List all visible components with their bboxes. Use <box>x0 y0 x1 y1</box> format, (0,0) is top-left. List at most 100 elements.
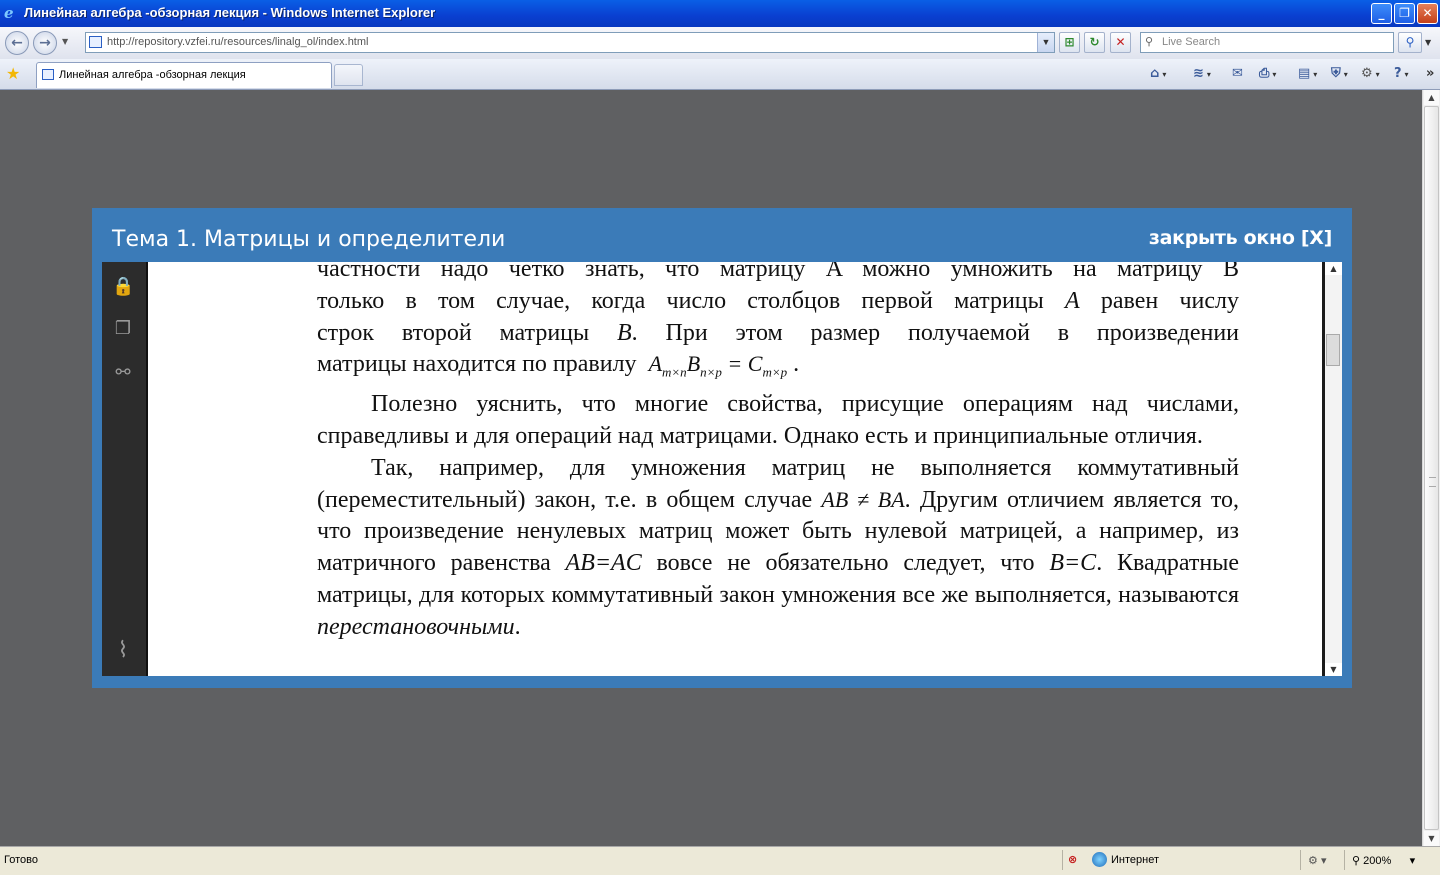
math-var: A <box>1065 287 1080 314</box>
pages-icon[interactable]: ❐ <box>112 318 134 340</box>
formula-a: A <box>648 351 663 377</box>
scroll-thumb[interactable] <box>1424 106 1439 830</box>
compatibility-button[interactable]: ⊞ <box>1059 32 1080 53</box>
paragraph-3: Так, например, для умножения матриц не в… <box>317 453 1239 644</box>
text-span: . <box>514 613 521 640</box>
pdf-page: частности надо четко знать, что матрицу … <box>150 262 1339 676</box>
page-scrollbar[interactable]: ▲ ▼ <box>1422 90 1440 846</box>
text-line-1: частности надо четко знать, что матрицу … <box>317 262 1239 282</box>
zoom-dropdown-icon[interactable]: ▾ <box>1410 855 1416 867</box>
pdf-sidebar: 🔒 ❐ ⚯ ⌇ <box>102 262 148 676</box>
address-url: http://repository.vzfei.ru/resources/lin… <box>107 36 369 48</box>
formula-eq: = <box>721 351 748 377</box>
zone-label: Интернет <box>1111 854 1159 866</box>
status-divider <box>1062 850 1063 870</box>
zoom-button[interactable]: ⚲ 200% ▾ <box>1352 854 1415 867</box>
new-tab-button[interactable] <box>334 64 363 86</box>
status-divider <box>1300 850 1301 870</box>
address-toolbar: ← → ▼ http://repository.vzfei.ru/resourc… <box>0 27 1440 60</box>
text-line-4: матрицы находится по правилу Am×nBn×p = … <box>317 349 1239 381</box>
paragraph-2: Полезно уяснить, что многие свойства, пр… <box>317 391 1239 449</box>
safety-menu-button[interactable]: ⛨ ▾ <box>1331 64 1348 84</box>
formula-b-c: B=C <box>1049 550 1097 577</box>
shield-icon: ⛨ <box>1331 66 1341 81</box>
pdf-scroll-thumb[interactable] <box>1326 334 1340 366</box>
scroll-up-icon[interactable]: ▲ <box>1424 90 1439 105</box>
close-window-link[interactable]: закрыть окно [X] <box>1149 227 1332 249</box>
help-menu-button[interactable]: ? ▾ <box>1394 64 1409 84</box>
page-dropdown-icon[interactable]: ▾ <box>1313 70 1317 79</box>
zoom-level: 200% <box>1363 855 1392 867</box>
home-button[interactable]: ⌂ ▾ <box>1150 64 1166 84</box>
pdf-viewer: 🔒 ❐ ⚯ ⌇ частности надо четко знать, что … <box>102 262 1342 676</box>
math-var: B <box>617 319 632 346</box>
search-options-icon[interactable]: ▼ <box>1425 38 1431 47</box>
address-input[interactable]: http://repository.vzfei.ru/resources/lin… <box>85 32 1055 53</box>
pdf-scroll-down-icon[interactable]: ▼ <box>1325 663 1342 676</box>
lock-icon[interactable]: 🔒 <box>112 276 134 298</box>
protected-dropdown-icon[interactable]: ▾ <box>1321 855 1327 867</box>
tab-active[interactable]: Линейная алгебра -обзорная лекция <box>36 62 332 88</box>
search-input[interactable]: ⚲ Live Search <box>1140 32 1394 53</box>
status-text: Готово <box>4 854 38 866</box>
status-divider <box>1344 850 1345 870</box>
lecture-window: Тема 1. Матрицы и определители закрыть о… <box>92 208 1352 688</box>
more-commands-icon[interactable]: » <box>1426 64 1434 84</box>
scroll-down-icon[interactable]: ▼ <box>1424 831 1439 846</box>
error-icon[interactable]: ⊗ <box>1068 853 1082 867</box>
window-title-bar[interactable]: e Линейная алгебра -обзорная лекция - Wi… <box>0 0 1440 27</box>
text-span: матрицы находится по правилу <box>317 351 637 378</box>
address-dropdown-icon[interactable]: ▼ <box>1037 33 1054 52</box>
print-button[interactable]: ⎙ ▾ <box>1259 64 1276 84</box>
formula-c: C <box>747 351 763 377</box>
globe-icon <box>1092 852 1107 867</box>
mail-icon: ✉ <box>1232 66 1243 81</box>
text-span: только в том случае, когда число столбцо… <box>317 287 1065 314</box>
favorites-star-icon[interactable]: ★ <box>6 64 20 83</box>
text-line-3: строк второй матрицы B. При этом размер … <box>317 318 1239 350</box>
forward-button[interactable]: → <box>33 31 57 55</box>
stop-button[interactable]: ✕ <box>1110 32 1131 53</box>
page-menu-button[interactable]: ▤ ▾ <box>1298 64 1317 84</box>
search-go-button[interactable]: ⚲ <box>1398 32 1422 53</box>
formula-b-sub: n×p <box>700 364 722 380</box>
lecture-title: Тема 1. Матрицы и определители <box>112 227 506 252</box>
help-dropdown-icon[interactable]: ▾ <box>1405 70 1409 79</box>
print-dropdown-icon[interactable]: ▾ <box>1272 70 1276 79</box>
text-span: строк второй матрицы <box>317 319 617 346</box>
binoculars-icon[interactable]: ⚯ <box>112 362 134 384</box>
tools-dropdown-icon[interactable]: ▾ <box>1376 70 1380 79</box>
page-icon <box>89 36 102 48</box>
formula-a-sub: m×n <box>662 364 687 380</box>
formula-c-sub: m×p <box>762 364 788 380</box>
minimize-button[interactable]: _ <box>1371 3 1392 24</box>
scroll-grip-icon <box>1429 477 1436 487</box>
term-permutable: перестановочными <box>317 613 515 640</box>
status-bar: Готово ⊗ Интернет ⚙ ▾ ⚲ 200% ▾ <box>0 846 1440 875</box>
text-span: . При этом размер получаемой в произведе… <box>631 319 1240 346</box>
tools-menu-button[interactable]: ⚙ ▾ <box>1361 64 1380 84</box>
refresh-button[interactable]: ↻ <box>1084 32 1105 53</box>
back-button[interactable]: ← <box>5 31 29 55</box>
gear-icon: ⚙ <box>1361 66 1373 81</box>
mail-button[interactable]: ✉ <box>1232 64 1243 84</box>
feeds-button[interactable]: ≋ ▾ <box>1193 64 1211 84</box>
pdf-scrollbar[interactable]: ▲ ▼ <box>1322 262 1342 676</box>
page-icon: ▤ <box>1298 66 1311 81</box>
text-line-2: только в том случае, когда число столбцо… <box>317 286 1239 318</box>
home-dropdown-icon[interactable]: ▾ <box>1162 70 1166 79</box>
maximize-button[interactable]: ❐ <box>1394 3 1415 24</box>
document-text: частности надо четко знать, что матрицу … <box>317 262 1239 644</box>
home-icon: ⌂ <box>1150 66 1160 81</box>
feeds-dropdown-icon[interactable]: ▾ <box>1207 70 1211 79</box>
help-icon: ? <box>1394 66 1402 81</box>
text-span: вовсе не обязательно следует, что <box>641 550 1050 577</box>
close-button[interactable]: ✕ <box>1417 3 1438 24</box>
pdf-scroll-up-icon[interactable]: ▲ <box>1325 262 1342 275</box>
paperclip-icon[interactable]: ⌇ <box>112 640 134 662</box>
history-dropdown-icon[interactable]: ▼ <box>62 37 68 46</box>
search-placeholder: Live Search <box>1162 36 1221 48</box>
safety-dropdown-icon[interactable]: ▾ <box>1344 70 1348 79</box>
protected-mode-button[interactable]: ⚙ ▾ <box>1308 854 1326 867</box>
formula-b: B <box>686 351 701 377</box>
